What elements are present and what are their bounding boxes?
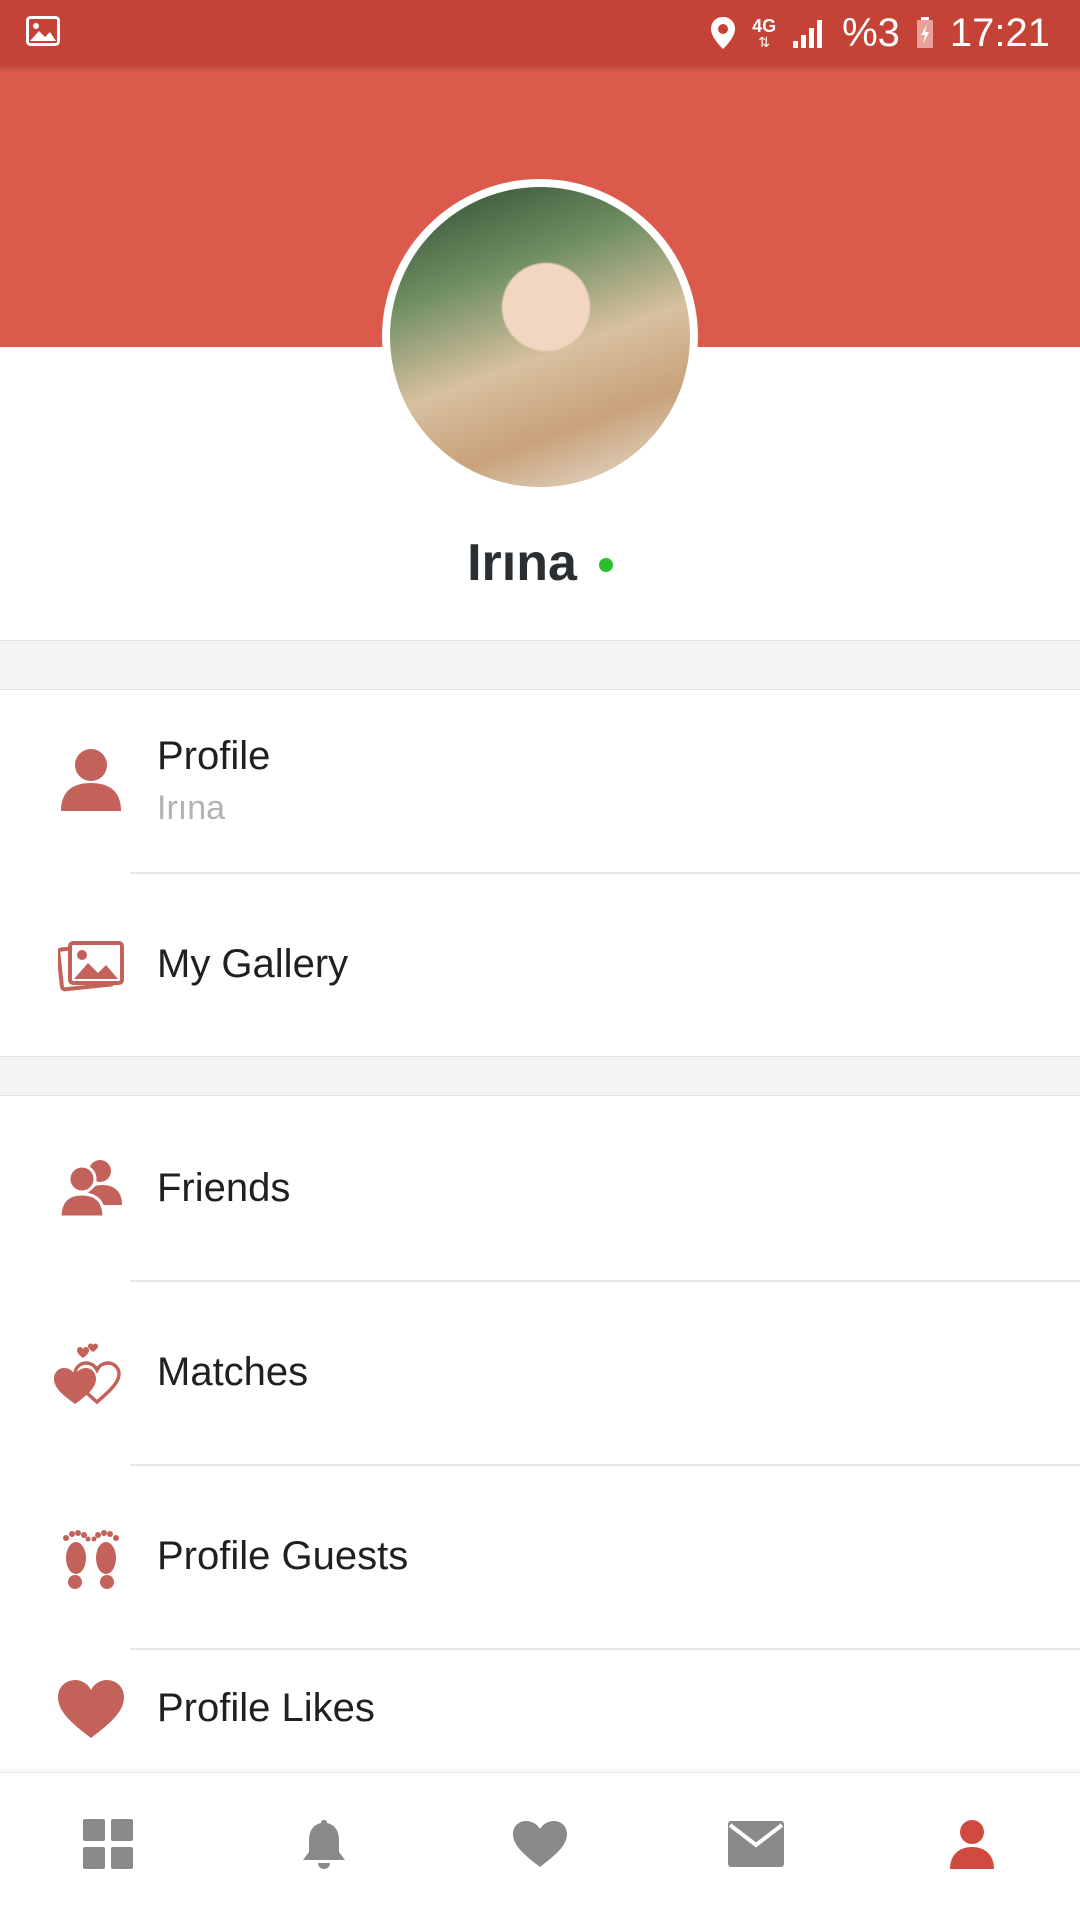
battery-percentage: %3 bbox=[842, 10, 900, 55]
menu-sublabel: Irına bbox=[157, 789, 226, 827]
status-right: 4G ⇅ %3 17:21 bbox=[710, 11, 1050, 56]
menu-item-profile-guests[interactable]: Profile Guests bbox=[0, 1466, 1080, 1648]
mail-icon bbox=[728, 1821, 784, 1872]
clock: 17:21 bbox=[949, 10, 1050, 55]
status-left bbox=[26, 15, 60, 51]
gallery-notification-icon bbox=[26, 15, 60, 51]
profile-screen: 4G ⇅ %3 17:21 Irına Profile Irına My Gal… bbox=[0, 0, 1080, 1920]
status-bar: 4G ⇅ %3 17:21 bbox=[0, 0, 1080, 66]
menu-item-profile-likes[interactable]: Profile Likes bbox=[0, 1650, 1080, 1772]
section-separator bbox=[0, 640, 1080, 690]
friends-icon bbox=[52, 1148, 130, 1226]
menu-item-friends[interactable]: Friends bbox=[0, 1096, 1080, 1280]
menu-label: Profile Likes bbox=[157, 1686, 375, 1730]
nav-dashboard[interactable] bbox=[48, 1787, 168, 1907]
footprints-icon bbox=[52, 1518, 130, 1596]
person-icon bbox=[950, 1819, 994, 1874]
photos-icon bbox=[52, 926, 130, 1004]
menu-item-gallery[interactable]: My Gallery bbox=[0, 874, 1080, 1056]
nav-likes[interactable] bbox=[480, 1787, 600, 1907]
menu-item-profile[interactable]: Profile Irına bbox=[0, 690, 1080, 872]
nav-messages[interactable] bbox=[696, 1787, 816, 1907]
hearts-icon bbox=[52, 1334, 130, 1412]
menu-item-matches[interactable]: Matches bbox=[0, 1282, 1080, 1464]
avatar[interactable] bbox=[382, 179, 698, 495]
section-separator bbox=[0, 1056, 1080, 1096]
4g-icon: 4G ⇅ bbox=[752, 16, 777, 50]
menu-label: Matches bbox=[157, 1350, 309, 1394]
profile-name: Irına bbox=[467, 534, 577, 592]
profile-name-row: Irına bbox=[0, 528, 1080, 598]
menu-label: Profile bbox=[157, 734, 271, 778]
menu-label: Friends bbox=[157, 1166, 291, 1210]
bell-icon bbox=[302, 1818, 346, 1875]
dashboard-icon bbox=[83, 1819, 133, 1874]
nav-profile[interactable] bbox=[912, 1787, 1032, 1907]
nav-notifications[interactable] bbox=[264, 1787, 384, 1907]
battery-charging-icon bbox=[916, 17, 934, 49]
signal-icon bbox=[792, 17, 826, 49]
bottom-navigation bbox=[0, 1772, 1080, 1920]
person-icon bbox=[52, 740, 130, 818]
menu-label: My Gallery bbox=[157, 942, 349, 986]
heart-icon bbox=[52, 1670, 130, 1748]
online-status-dot bbox=[598, 558, 613, 572]
heart-icon bbox=[511, 1819, 569, 1874]
menu-label: Profile Guests bbox=[157, 1534, 409, 1578]
location-icon bbox=[710, 16, 736, 50]
